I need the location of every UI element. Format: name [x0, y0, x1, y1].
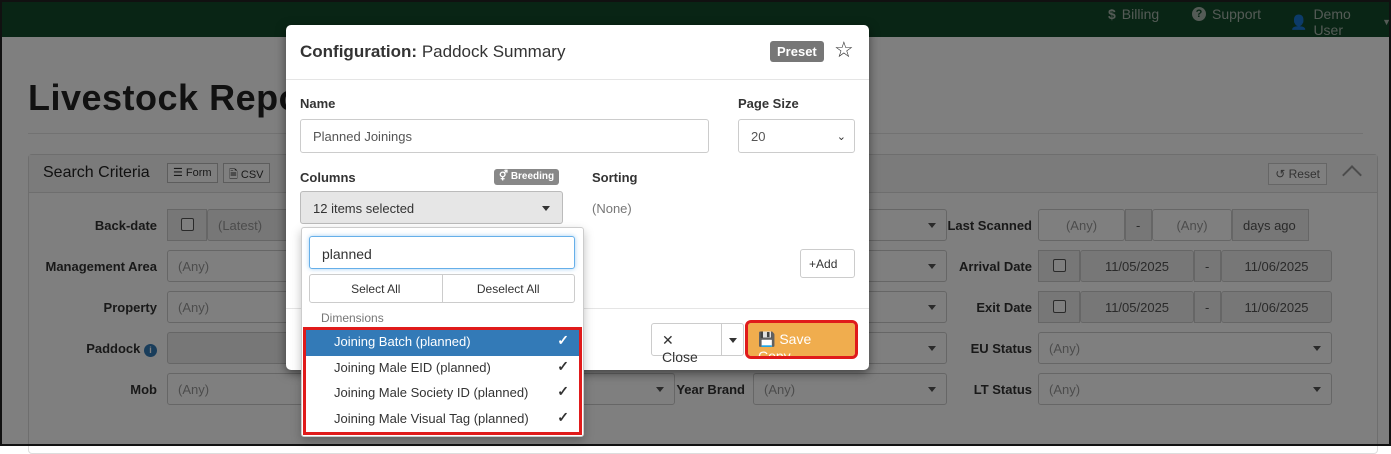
save-copy-button[interactable]: 💾 Save Copy	[745, 320, 858, 364]
group-header: Dimensions	[321, 311, 384, 325]
columns-label: Columns	[300, 170, 356, 185]
add-sort-button[interactable]: +Add	[800, 249, 855, 278]
close-button[interactable]: ✕ Close	[651, 323, 722, 365]
preset-badge: Preset	[770, 41, 824, 62]
check-icon: ✓	[557, 332, 569, 348]
check-icon: ✓	[557, 357, 569, 374]
option-joining-male-eid[interactable]: Joining Male EID (planned) ✓	[306, 356, 579, 382]
modal-header: Configuration: Paddock Summary Preset ☆	[286, 25, 869, 80]
chevron-down-icon: ⌄	[836, 131, 846, 143]
name-input[interactable]: Planned Joinings	[300, 119, 709, 153]
deselect-all-button[interactable]: Deselect All	[443, 275, 575, 302]
close-dropdown-toggle[interactable]	[722, 323, 744, 356]
page-size-select[interactable]: 20 ⌄	[738, 119, 855, 153]
page-size-label: Page Size	[738, 96, 799, 111]
check-icon: ✓	[557, 383, 569, 399]
name-label: Name	[300, 96, 336, 111]
modal-title: Configuration: Paddock Summary	[300, 42, 566, 61]
columns-multiselect[interactable]: 12 items selected	[300, 191, 563, 224]
breeding-badge: ⚥ Breeding	[494, 169, 560, 185]
option-joining-batch[interactable]: Joining Batch (planned) ✓	[306, 330, 579, 356]
option-joining-male-visual-tag[interactable]: Joining Male Visual Tag (planned) ✓	[306, 407, 579, 433]
select-actions: Select All Deselect All	[309, 274, 575, 303]
columns-dropdown-menu: planned Select All Deselect All Dimensio…	[301, 227, 584, 437]
sorting-label: Sorting	[592, 170, 638, 185]
check-icon: ✓	[557, 408, 569, 425]
columns-search-input[interactable]: planned	[309, 236, 575, 269]
caret-down-icon	[729, 338, 737, 343]
sorting-value: (None)	[592, 201, 632, 216]
select-all-button[interactable]: Select All	[310, 275, 443, 302]
star-icon[interactable]: ☆	[834, 37, 854, 63]
option-joining-male-society-id[interactable]: Joining Male Society ID (planned) ✓	[306, 381, 579, 407]
options-list: Joining Batch (planned) ✓ Joining Male EI…	[303, 327, 582, 435]
